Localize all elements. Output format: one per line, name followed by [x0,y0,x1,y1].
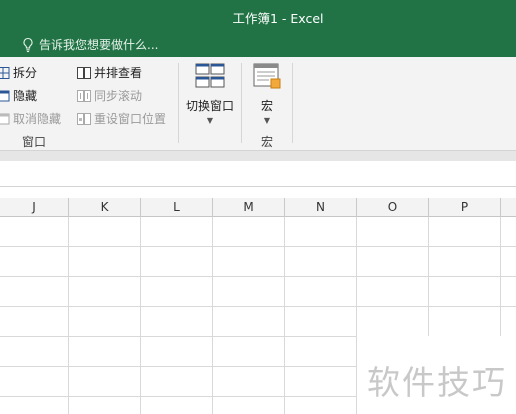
title-bar: 工作簿1 - Excel 告诉我您想要做什么... [0,0,516,57]
grid-line [0,276,516,277]
switch-windows-button[interactable]: 切换窗口 ▼ [184,61,236,125]
ribbon-divider [178,63,179,143]
ribbon-divider [292,63,293,143]
watermark: 软件技巧 [357,336,516,414]
reset-window-position-button[interactable]: 重设窗口位置 [77,107,166,130]
macros-icon [251,61,283,93]
view-side-by-side-button[interactable]: 并排查看 [77,61,166,84]
ribbon-divider [241,63,242,143]
hide-button[interactable]: 隐藏 [0,84,61,107]
split-button[interactable]: 拆分 [0,61,61,84]
sync-scroll-icon [77,89,91,103]
lightbulb-icon [22,37,34,53]
window-group-col2: 并排查看 同步滚动 重设窗口位置 [77,61,166,130]
chevron-down-icon: ▼ [263,116,271,125]
formula-gap [0,187,516,198]
chevron-down-icon: ▼ [206,116,214,125]
unhide-window-icon [0,112,10,126]
reset-position-icon [77,112,91,126]
macros-label: 宏 [260,99,273,113]
column-headers: J K L M N O P [0,198,516,217]
macros-button[interactable]: 宏 ▼ [248,61,286,125]
tell-me-search[interactable]: 告诉我您想要做什么... [22,36,158,53]
ribbon-bottom-strip [0,151,516,161]
column-header-j[interactable]: J [0,198,69,217]
column-header-p[interactable]: P [429,198,501,217]
switch-windows-icon [194,61,226,93]
macros-group-label: 宏 [261,135,274,149]
column-header-m[interactable]: M [213,198,285,217]
window-group-label: 窗口 [22,135,47,149]
window-group-col1: 拆分 隐藏 取消隐藏 [0,61,61,130]
ribbon: 拆分 隐藏 取消隐藏 并排查看 同步滚动 重设窗口位置 窗口 切换窗口 ▼ 宏 … [0,57,516,151]
watermark-text: 软件技巧 [367,363,507,402]
switch-windows-label: 切换窗口 [185,99,234,113]
side-by-side-icon [77,66,91,80]
grid-line [0,306,516,307]
formula-bar[interactable] [0,161,516,187]
hide-window-icon [0,89,10,103]
grid-line [0,246,516,247]
column-header-l[interactable]: L [141,198,213,217]
window-title: 工作簿1 - Excel [232,11,324,26]
tell-me-placeholder: 告诉我您想要做什么... [39,38,159,52]
column-header-k[interactable]: K [69,198,141,217]
column-header-n[interactable]: N [285,198,357,217]
split-icon [0,66,10,80]
column-header-o[interactable]: O [357,198,429,217]
synchronous-scrolling-button[interactable]: 同步滚动 [77,84,166,107]
unhide-button[interactable]: 取消隐藏 [0,107,61,130]
